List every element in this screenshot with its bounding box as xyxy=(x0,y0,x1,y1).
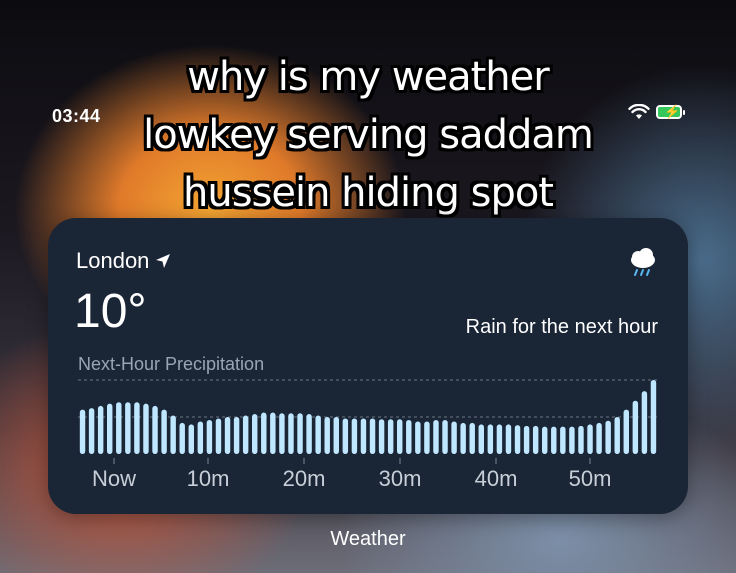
precipitation-bar xyxy=(134,402,140,454)
forecast-summary: Rain for the next hour xyxy=(465,316,658,338)
precipitation-bar xyxy=(406,419,412,454)
precipitation-bar xyxy=(469,422,475,454)
precipitation-bar xyxy=(578,425,584,454)
caption-line-3: hussein hiding spot xyxy=(183,170,554,216)
precipitation-bar xyxy=(560,426,566,454)
x-tick-label: 50m xyxy=(568,466,612,491)
precipitation-bar xyxy=(261,412,267,454)
precipitation-bar xyxy=(152,405,158,454)
precipitation-bar xyxy=(288,413,294,454)
weather-widget[interactable]: London 10° Rain for the next hour Next-H… xyxy=(48,218,688,514)
caption-line-1: why is my weather xyxy=(187,54,549,100)
precipitation-bar xyxy=(523,425,530,454)
cloud-rain-icon xyxy=(631,248,655,276)
precipitation-bar xyxy=(88,408,95,454)
precipitation-bar xyxy=(107,403,113,454)
city-row: London xyxy=(76,248,171,274)
precipitation-bar xyxy=(532,425,539,454)
caption-line-2: lowkey serving saddam xyxy=(143,112,594,158)
precipitation-bar xyxy=(569,426,575,454)
precipitation-bar xyxy=(551,426,557,454)
precipitation-bar xyxy=(97,405,104,454)
app-label: Weather xyxy=(330,528,406,550)
precipitation-bar xyxy=(188,424,194,454)
precipitation-bar xyxy=(397,419,403,454)
precipitation-bar xyxy=(378,419,385,454)
precipitation-bar xyxy=(252,414,258,454)
precipitation-bar xyxy=(415,421,421,454)
precipitation-bar xyxy=(433,419,439,454)
precipitation-bar xyxy=(451,421,457,454)
precipitation-bar xyxy=(369,418,376,454)
precipitation-bar xyxy=(596,422,602,454)
x-tick-label: 30m xyxy=(378,466,422,491)
precipitation-bar xyxy=(487,424,494,454)
x-tick-label: Now xyxy=(91,466,137,491)
precipitation-bar xyxy=(242,415,249,454)
precipitation-bar xyxy=(161,409,167,454)
precipitation-bar xyxy=(442,419,448,454)
precipitation-bar xyxy=(315,415,321,454)
location-arrow-icon xyxy=(156,254,171,268)
precipitation-bar xyxy=(460,422,466,454)
precipitation-bar xyxy=(360,418,367,454)
precipitation-bar xyxy=(514,425,521,454)
precipitation-bar xyxy=(297,413,303,454)
precipitation-bar xyxy=(641,391,648,454)
x-tick-label: 20m xyxy=(282,466,326,491)
x-tick-label: 10m xyxy=(186,466,230,491)
precipitation-bar xyxy=(197,421,204,454)
meme-caption: why is my weather lowkey serving saddam … xyxy=(0,48,736,222)
precipitation-bar xyxy=(206,419,213,454)
x-tick-label: 40m xyxy=(474,466,518,491)
precipitation-bar xyxy=(496,424,503,454)
precipitation-bar xyxy=(387,419,394,454)
precipitation-bar xyxy=(650,380,657,454)
precipitation-bar xyxy=(542,426,548,454)
precipitation-bar xyxy=(224,417,231,454)
precipitation-bar xyxy=(233,417,240,454)
precipitation-bar xyxy=(324,417,330,454)
precipitation-bar xyxy=(424,421,430,454)
precipitation-bar xyxy=(478,424,484,454)
precipitation-bar xyxy=(125,402,131,454)
precipitation-bar xyxy=(605,420,611,454)
precipitation-bar xyxy=(623,409,629,454)
precipitation-bar xyxy=(143,403,149,454)
precipitation-bar xyxy=(179,422,185,454)
precipitation-bar xyxy=(306,414,312,454)
precipitation-bar xyxy=(342,418,349,454)
precipitation-bar xyxy=(632,400,639,454)
precipitation-bar xyxy=(116,402,122,454)
precipitation-title: Next-Hour Precipitation xyxy=(78,354,265,374)
city-name: London xyxy=(76,248,150,273)
precipitation-bar xyxy=(505,424,512,454)
precipitation-bar xyxy=(279,413,285,454)
precipitation-bar xyxy=(333,417,339,454)
temperature: 10° xyxy=(74,285,147,338)
precipitation-bar xyxy=(351,418,358,454)
precipitation-bar xyxy=(79,409,86,454)
precipitation-bar xyxy=(614,417,620,454)
precipitation-bar xyxy=(587,424,593,454)
precipitation-bar xyxy=(270,412,276,454)
precipitation-bar xyxy=(215,418,222,454)
precipitation-bar xyxy=(170,415,176,454)
